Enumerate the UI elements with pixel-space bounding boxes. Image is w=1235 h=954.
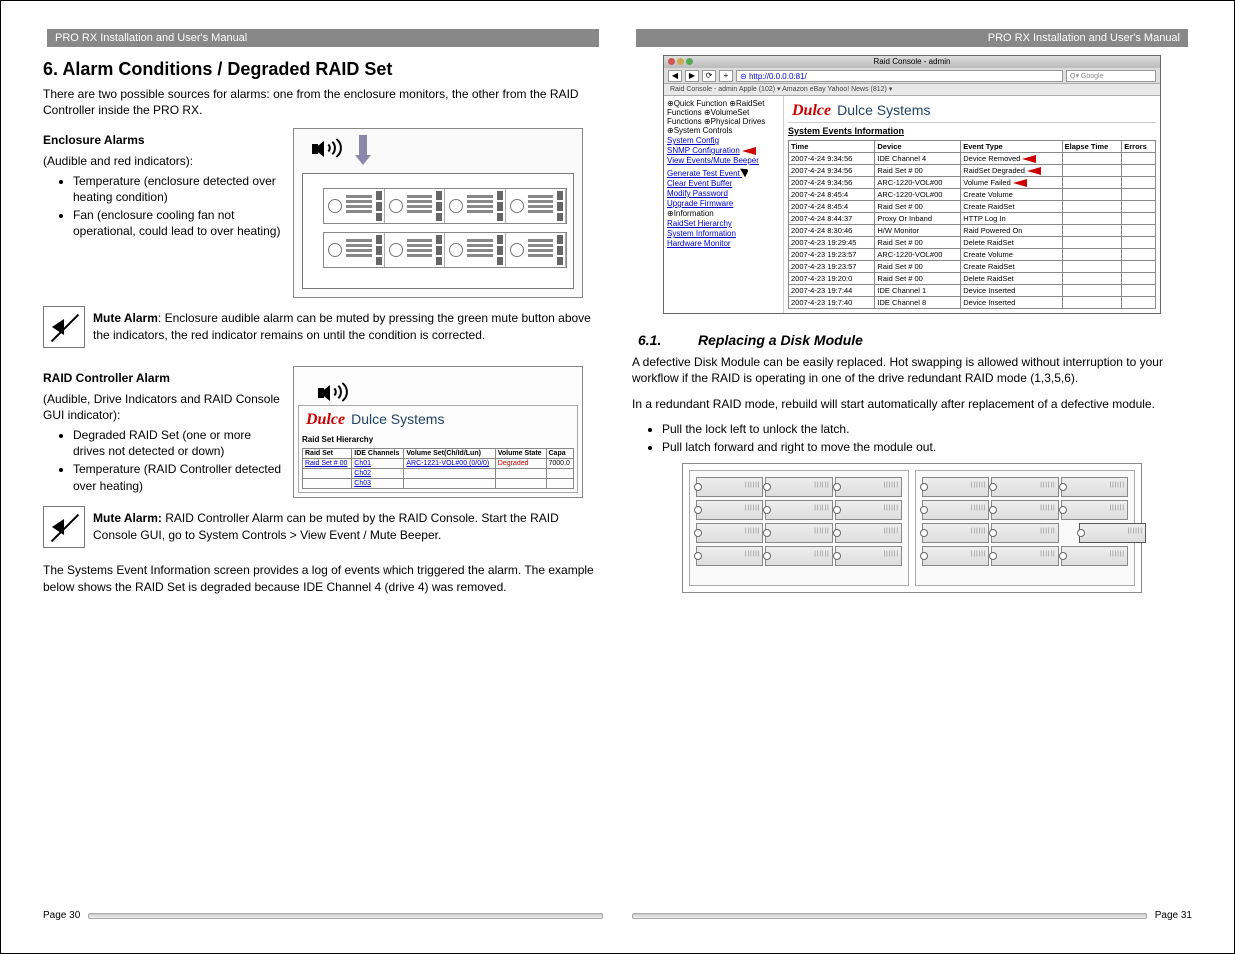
para-1: A defective Disk Module can be easily re…	[632, 354, 1192, 386]
events-title: System Events Information	[788, 126, 1156, 136]
speaker-icon	[312, 135, 346, 163]
red-arrow-icon	[1022, 155, 1036, 163]
sidebar: ⊕Quick Function ⊕RaidSet Functions ⊕Volu…	[664, 96, 784, 313]
table-row: 2007-4-23 19:29:45Raid Set # 00Delete Ra…	[789, 237, 1156, 249]
table-row: 2007-4-24 8:44:37Proxy Or InbandHTTP Log…	[789, 213, 1156, 225]
disk-module-figure	[682, 463, 1142, 593]
page-right: PRO RX Installation and User's Manual Ra…	[632, 29, 1192, 925]
forward-button[interactable]: ▶	[685, 70, 699, 82]
enclosure-title: Enclosure Alarms	[43, 133, 145, 147]
events-table: TimeDeviceEvent TypeElapse TimeErrors 20…	[788, 140, 1156, 309]
enclosure-figure	[293, 128, 583, 298]
mute1-text: Mute Alarm: Enclosure audible alarm can …	[93, 310, 603, 342]
sidebar-link[interactable]: RaidSet Hierarchy	[667, 219, 780, 228]
table-row: 2007-4-24 9:34:56ARC-1220-VOL#00Volume F…	[789, 177, 1156, 189]
table-row: 2007-4-24 9:34:56Raid Set # 00RaidSet De…	[789, 165, 1156, 177]
arrow-down-icon	[356, 135, 370, 165]
red-arrow-icon	[1027, 167, 1041, 175]
browser-screenshot: Raid Console - admin ◀ ▶ ⟳ + ⊝ http://0.…	[663, 55, 1161, 314]
sidebar-link[interactable]: Upgrade Firmware	[667, 199, 780, 208]
add-button[interactable]: +	[719, 70, 733, 82]
table-row: 2007-4-23 19:23:57ARC-1220-VOL#00Create …	[789, 249, 1156, 261]
table-row: 2007-4-24 8:30:46H/W MonitorRaid Powered…	[789, 225, 1156, 237]
cursor-icon	[740, 165, 752, 178]
sidebar-link[interactable]: View Events/Mute Beeper	[667, 156, 780, 165]
replace-bullet-1: Pull the lock left to unlock the latch.	[662, 421, 1192, 437]
red-arrow-icon	[1013, 179, 1027, 187]
table-row: 2007-4-23 19:7:44IDE Channel 1Device Ins…	[789, 285, 1156, 297]
sidebar-link[interactable]: SNMP Configuration	[667, 146, 780, 155]
sidebar-link[interactable]: Clear Event Buffer	[667, 179, 780, 188]
section-heading: 6. Alarm Conditions / Degraded RAID Set	[43, 59, 603, 80]
page-number-right: Page 31	[1155, 910, 1192, 921]
page-number-left: Page 30	[43, 910, 80, 921]
header-right: PRO RX Installation and User's Manual	[636, 29, 1188, 47]
table-row: 2007-4-24 9:34:56IDE Channel 4Device Rem…	[789, 153, 1156, 165]
red-arrow-icon	[742, 147, 756, 155]
back-button[interactable]: ◀	[668, 70, 682, 82]
raid-bullet-1: Degraded RAID Set (one or more drives no…	[73, 427, 283, 459]
sidebar-link[interactable]: System Information	[667, 229, 780, 238]
header-left: PRO RX Installation and User's Manual	[47, 29, 599, 47]
raid-alarm-sub: (Audible, Drive Indicators and RAID Cons…	[43, 391, 283, 423]
mute-icon	[43, 506, 85, 548]
sidebar-link[interactable]: Modify Password	[667, 189, 780, 198]
subsection-heading: 6.1.Replacing a Disk Module	[638, 332, 1192, 348]
url-field[interactable]: ⊝ http://0.0.0.0:81/	[736, 70, 1063, 82]
enc-bullet-2: Fan (enclosure cooling fan not operation…	[73, 207, 283, 239]
table-row: 2007-4-23 19:23:57Raid Set # 00Create Ra…	[789, 261, 1156, 273]
raid-bullet-2: Temperature (RAID Controller detected ov…	[73, 461, 283, 493]
para-2: In a redundant RAID mode, rebuild will s…	[632, 396, 1192, 412]
sidebar-link[interactable]: Hardware Monitor	[667, 239, 780, 248]
enc-bullet-1: Temperature (enclosure detected over hea…	[73, 173, 283, 205]
table-row: 2007-4-24 8:45:4Raid Set # 00Create Raid…	[789, 201, 1156, 213]
mute-icon	[43, 306, 85, 348]
events-para: The Systems Event Information screen pro…	[43, 562, 603, 594]
table-row: 2007-4-23 19:7:40IDE Channel 8Device Ins…	[789, 297, 1156, 309]
reload-button[interactable]: ⟳	[702, 70, 716, 82]
raid-alarm-title: RAID Controller Alarm	[43, 371, 170, 385]
hierarchy-table: Raid SetIDE ChannelsVolume Set(Ch/Id/Lun…	[302, 448, 574, 489]
sidebar-link[interactable]: Generate Test Event	[667, 166, 780, 178]
table-row: 2007-4-24 8:45:4ARC-1220-VOL#00Create Vo…	[789, 189, 1156, 201]
table-row: 2007-4-23 19:20:0Raid Set # 00Delete Rai…	[789, 273, 1156, 285]
bookmarks-bar[interactable]: Raid Console - admin Apple (102) ▾ Amazo…	[664, 84, 1160, 96]
page-left: PRO RX Installation and User's Manual 6.…	[43, 29, 603, 925]
intro-para: There are two possible sources for alarm…	[43, 86, 603, 118]
sidebar-link[interactable]: System Config	[667, 136, 780, 145]
enclosure-sub: (Audible and red indicators):	[43, 153, 283, 169]
speaker-icon	[318, 379, 352, 407]
search-field[interactable]: Q▾ Google	[1066, 70, 1156, 82]
mute2-text: Mute Alarm: RAID Controller Alarm can be…	[93, 510, 603, 542]
replace-bullet-2: Pull latch forward and right to move the…	[662, 439, 1192, 455]
raid-hierarchy-figure: DulceDulce Systems Raid Set Hierarchy Ra…	[293, 366, 583, 498]
